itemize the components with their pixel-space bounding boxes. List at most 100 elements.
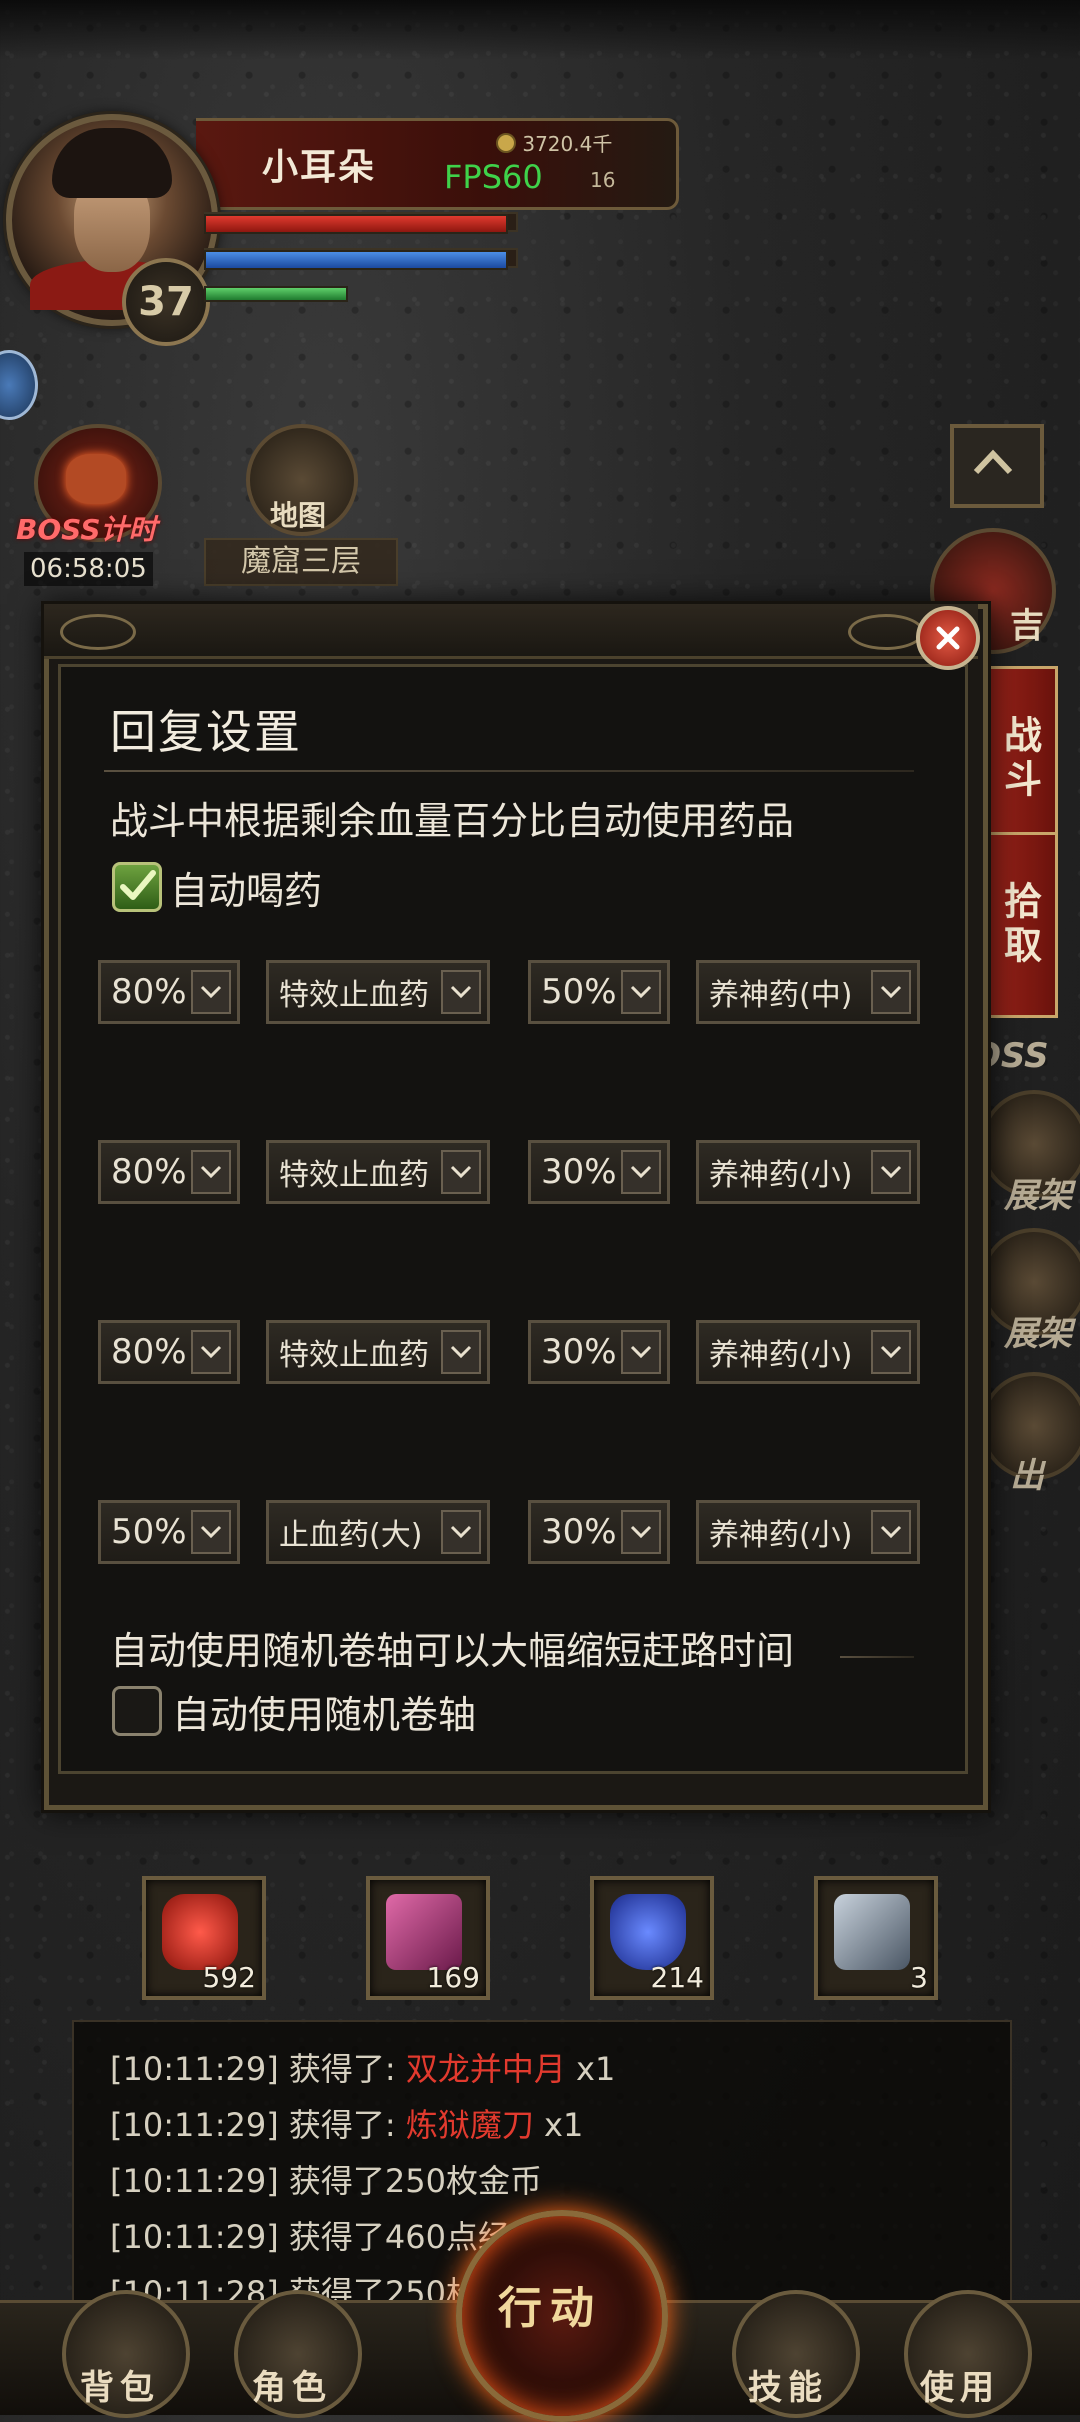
hp-percent-dropdown-value: 80% [111, 972, 187, 1012]
chat-time: [10:11:29] [110, 2218, 279, 2256]
ornament-right-icon [848, 614, 924, 650]
hp-potion-dropdown-value: 特效止血药 [279, 978, 429, 1013]
mp-bar [204, 250, 508, 270]
item-count: 592 [202, 1961, 256, 1994]
item-count: 169 [426, 1961, 480, 1994]
chat-line: [10:11:29] 获得了: 炼狱魔刀 x1 [110, 2100, 583, 2146]
chevron-down-icon [621, 1510, 661, 1554]
hp-potion-dropdown[interactable]: 止血药(大) [266, 1500, 490, 1564]
ornament-left-icon [60, 614, 136, 650]
chat-item: 双龙并中月 [405, 2050, 566, 2088]
scroll-description: 自动使用随机卷轴可以大幅缩短赶路时间 [110, 1629, 795, 1673]
auto-drink-checkbox[interactable] [112, 862, 162, 912]
hp-potion-dropdown[interactable]: 特效止血药 [266, 960, 490, 1024]
chat-line: [10:11:29] 获得了: 双龙并中月 x1 [110, 2044, 615, 2090]
auto-drink-label: 自动喝药 [170, 869, 323, 913]
quick-item-slot-1[interactable]: 592 [142, 1876, 266, 2000]
chat-line: [10:11:29] 获得了460点经 [110, 2212, 510, 2258]
chat-item: 炼狱魔刀 [405, 2106, 534, 2144]
chevron-down-icon [191, 1510, 231, 1554]
chat-time: [10:11:29] [110, 2162, 279, 2200]
character-label: 角色 [252, 2368, 332, 2408]
hp-potion-dropdown-value: 特效止血药 [279, 1338, 429, 1373]
quick-item-slot-3[interactable]: 214 [590, 1876, 714, 2000]
hp-potion-dropdown[interactable]: 特效止血药 [266, 1320, 490, 1384]
top-shadow [0, 0, 1080, 60]
hp-percent-dropdown-value: 80% [111, 1152, 187, 1192]
quick-item-slot-2[interactable]: 169 [366, 1876, 490, 2000]
hp-percent-dropdown[interactable]: 50% [98, 1500, 240, 1564]
chevron-down-icon [441, 1330, 481, 1374]
auto-scroll-label: 自动使用随机卷轴 [172, 1693, 477, 1737]
map-icon-label: 地图 [270, 499, 327, 532]
player-name: 小耳朵 [262, 147, 377, 188]
chevron-up-icon [973, 449, 1013, 475]
player-level-badge: 37 [122, 258, 210, 346]
red-potion-icon [162, 1894, 238, 1970]
close-icon [936, 626, 960, 650]
fps-counter: FPS60 [444, 158, 543, 196]
mp-potion-dropdown-value: 养神药(小) [709, 1158, 853, 1193]
chat-time: [10:11:29] [110, 2050, 279, 2088]
chevron-down-icon [441, 1510, 481, 1554]
checkmark-icon [120, 870, 156, 900]
chat-text: 获得了: [288, 2050, 406, 2088]
battle-tab[interactable]: 战斗 [982, 666, 1058, 852]
dialog-top-band [44, 604, 978, 659]
mp-percent-dropdown-value: 30% [541, 1512, 617, 1552]
side-shelf-label-1: 展架 [1004, 1176, 1072, 1216]
scroll-divider [840, 1656, 914, 1658]
hp-potion-dropdown-value: 特效止血药 [279, 1158, 429, 1193]
quick-item-slot-4[interactable]: 3 [814, 1876, 938, 2000]
mp-potion-dropdown-value: 养神药(小) [709, 1518, 853, 1553]
mp-percent-dropdown-value: 30% [541, 1332, 617, 1372]
mp-percent-dropdown[interactable]: 30% [528, 1140, 670, 1204]
header-small-value: 16 [590, 168, 616, 192]
chevron-down-icon [191, 970, 231, 1014]
hp-potion-dropdown-value: 止血药(大) [279, 1518, 423, 1553]
boss-timer-label: BOSS计时 [16, 513, 157, 546]
mp-percent-dropdown-value: 50% [541, 972, 617, 1012]
chat-line: [10:11:29] 获得了250枚金币 [110, 2156, 542, 2202]
dialog-title: 回复设置 [110, 705, 302, 759]
skills-label: 技能 [748, 2368, 828, 2408]
collapse-button[interactable] [950, 424, 1044, 508]
hp-percent-dropdown[interactable]: 80% [98, 1320, 240, 1384]
hp-percent-dropdown[interactable]: 80% [98, 960, 240, 1024]
mp-potion-dropdown[interactable]: 养神药(中) [696, 960, 920, 1024]
item-count: 214 [650, 1961, 704, 1994]
chevron-down-icon [871, 1330, 911, 1374]
chat-text: 获得了460点经 [288, 2218, 510, 2256]
close-button[interactable] [916, 606, 980, 670]
chat-suffix: x1 [533, 2106, 584, 2144]
mp-percent-dropdown[interactable]: 30% [528, 1500, 670, 1564]
mp-potion-dropdown-value: 养神药(中) [709, 978, 853, 1013]
use-label: 使用 [920, 2368, 1000, 2408]
chat-text: 获得了250枚金币 [288, 2162, 542, 2200]
chat-text: 获得了: [288, 2106, 406, 2144]
mp-percent-dropdown[interactable]: 30% [528, 1320, 670, 1384]
side-shelf-label-2: 展架 [1004, 1314, 1072, 1354]
blue-potion-icon [610, 1894, 686, 1970]
recovery-description: 战斗中根据剩余血量百分比自动使用药品 [110, 799, 795, 843]
action-label: 行动 [498, 2283, 602, 2334]
chevron-down-icon [871, 970, 911, 1014]
hp-percent-dropdown[interactable]: 80% [98, 1140, 240, 1204]
boss-timer-value: 06:58:05 [24, 552, 153, 586]
chevron-down-icon [191, 1330, 231, 1374]
side-exit-label: 出 [1010, 1456, 1044, 1496]
mp-potion-dropdown[interactable]: 养神药(小) [696, 1140, 920, 1204]
mp-percent-dropdown[interactable]: 50% [528, 960, 670, 1024]
chevron-down-icon [441, 970, 481, 1014]
pickup-tab[interactable]: 拾取 [982, 832, 1058, 1018]
mp-potion-dropdown-value: 养神药(小) [709, 1338, 853, 1373]
iron-scroll-icon [834, 1894, 910, 1970]
item-count: 3 [910, 1961, 928, 1994]
gold-value: 3720.4千 [522, 132, 613, 156]
mp-potion-dropdown[interactable]: 养神药(小) [696, 1500, 920, 1564]
hp-potion-dropdown[interactable]: 特效止血药 [266, 1140, 490, 1204]
notice-label: 吉 [1010, 606, 1044, 646]
auto-scroll-checkbox[interactable] [112, 1686, 162, 1736]
coin-icon [496, 133, 516, 153]
mp-potion-dropdown[interactable]: 养神药(小) [696, 1320, 920, 1384]
